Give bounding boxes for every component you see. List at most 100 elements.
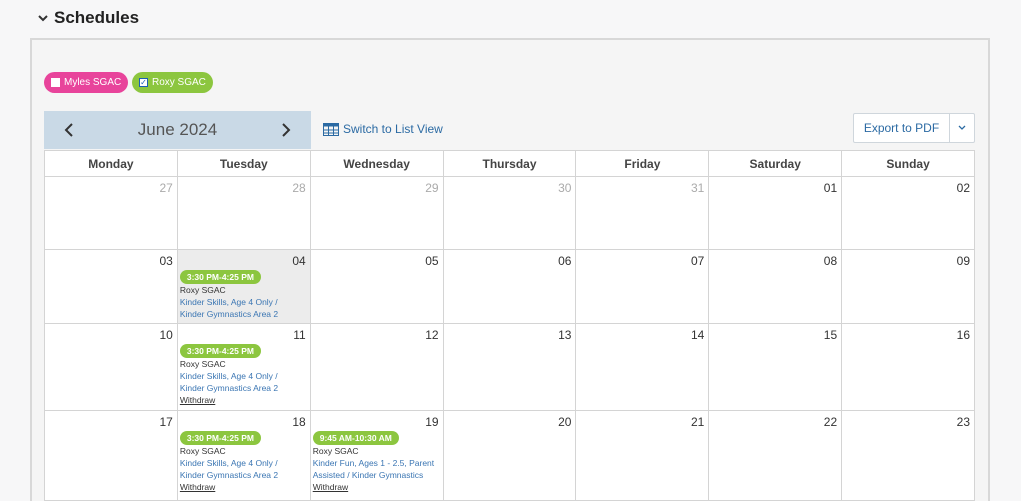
calendar-event[interactable]: 3:30 PM-4:25 PM Roxy SGAC Kinder Skills, A…: [179, 431, 308, 493]
day-number: 22: [823, 415, 838, 429]
switch-to-list-view-link[interactable]: Switch to List View: [323, 122, 443, 136]
day-number: 06: [558, 254, 572, 268]
event-class-name[interactable]: Kinder Skills, Age 4 Only /: [180, 371, 278, 381]
calendar-day-cell[interactable]: 23: [842, 411, 976, 501]
calendar-day-cell[interactable]: 29: [310, 177, 444, 250]
day-number: 14: [690, 328, 705, 342]
calendar-day-cell[interactable]: 12: [310, 324, 444, 411]
calendar-day-cell[interactable]: 22: [709, 411, 843, 501]
event-time-badge-line: 3:30 PM-4:25 PM: [179, 431, 308, 445]
withdraw-link-line: Withdraw: [313, 481, 441, 493]
event-class-name[interactable]: Kinder Skills, Age 4 Only /: [180, 458, 278, 468]
month-navigator: June 2024: [44, 111, 311, 149]
calendar-day-cell[interactable]: 03: [45, 250, 178, 324]
calendar-day-cell[interactable]: 21: [576, 411, 710, 501]
calendar-grid: Monday Tuesday Wednesday Thursday Friday…: [44, 150, 976, 501]
calendar-day-cell[interactable]: 27: [45, 177, 178, 250]
calendar-day-cell[interactable]: 09: [842, 250, 976, 324]
event-time-badge-line: 3:30 PM-4:25 PM: [179, 270, 308, 284]
weekday-header: Friday: [576, 150, 710, 177]
day-number: 20: [558, 415, 572, 429]
calendar-day-cell[interactable]: 14: [576, 324, 710, 411]
event-class-name-line: Kinder Skills, Age 4 Only /: [180, 370, 308, 382]
event-class-name-line: Kinder Skills, Age 4 Only /: [180, 457, 308, 469]
event-class-location[interactable]: Kinder Gymnastics Area 2: [180, 309, 278, 319]
event-organization-line: Roxy SGAC: [180, 445, 308, 457]
filter-chip-myles[interactable]: Myles SGAC: [44, 72, 129, 93]
day-number: 29: [425, 181, 439, 195]
calendar-day-cell[interactable]: 10: [45, 324, 178, 411]
day-number: 08: [823, 254, 838, 268]
table-icon: [323, 122, 339, 136]
prev-month-button[interactable]: [44, 111, 94, 149]
event-class-name-line: Kinder Skills, Age 4 Only /: [180, 296, 308, 308]
calendar-day-cell[interactable]: 11 3:30 PM-4:25 PM Roxy SGAC Kinder Skills,…: [177, 324, 311, 411]
weekday-header: Wednesday: [310, 150, 444, 177]
calendar-event[interactable]: 9:45 AM-10:30 AM Roxy SGAC Kinder Fun, Age…: [312, 431, 441, 493]
withdraw-link[interactable]: Withdraw: [313, 482, 348, 492]
day-number: 15: [823, 328, 838, 342]
calendar-day-cell[interactable]: 04 3:30 PM-4:25 PM Roxy SGAC Kinder Skills,…: [177, 250, 311, 324]
filter-chip-roxy[interactable]: ✓ Roxy SGAC: [132, 72, 213, 93]
day-number: 07: [690, 254, 705, 268]
calendar-day-cell[interactable]: 06: [443, 250, 577, 324]
event-organization: Roxy SGAC: [179, 446, 226, 456]
calendar-day-cell[interactable]: 30: [443, 177, 577, 250]
day-number: 09: [956, 254, 971, 268]
weekday-header: Saturday: [709, 150, 843, 177]
event-class-location[interactable]: Kinder Gymnastics Area 2: [180, 470, 278, 480]
chevron-right-icon: [282, 123, 291, 137]
weekday-header: Thursday: [443, 150, 577, 177]
calendar-day-cell[interactable]: 18 3:30 PM-4:25 PM Roxy SGAC Kinder Skills,…: [177, 411, 311, 501]
event-class-location[interactable]: Assisted / Kinder Gymnastics: [313, 470, 424, 480]
withdraw-link[interactable]: Withdraw: [180, 395, 215, 405]
calendar-day-cell[interactable]: 13: [443, 324, 577, 411]
day-number: 05: [425, 254, 439, 268]
checkbox-unchecked-icon[interactable]: [51, 78, 60, 87]
next-month-button[interactable]: [261, 111, 311, 149]
event-class-name[interactable]: Kinder Fun, Ages 1 - 2.5, Parent: [313, 458, 434, 468]
day-number: 19: [425, 415, 439, 429]
day-number: 16: [956, 328, 971, 342]
export-to-pdf-control: Export to PDF: [853, 113, 975, 143]
chevron-down-icon: [38, 15, 48, 22]
event-class-location-line: Kinder Gymnastics Area 2: [180, 308, 308, 320]
calendar-event[interactable]: 3:30 PM-4:25 PM Roxy SGAC Kinder Skills, A…: [179, 344, 308, 406]
event-time-badge-line: 9:45 AM-10:30 AM: [312, 431, 441, 445]
calendar-day-cell[interactable]: 31: [576, 177, 710, 250]
schedules-header[interactable]: Schedules: [38, 6, 139, 30]
export-to-pdf-button[interactable]: Export to PDF: [854, 114, 950, 142]
calendar-day-cell[interactable]: 05: [310, 250, 444, 324]
day-number: 12: [425, 328, 439, 342]
calendar-day-cell[interactable]: 07: [576, 250, 710, 324]
calendar-day-cell[interactable]: 19 9:45 AM-10:30 AM Roxy SGAC Kinder Fun, A…: [310, 411, 444, 501]
withdraw-link-line: Withdraw: [180, 481, 308, 493]
list-view-label: Switch to List View: [343, 122, 443, 136]
weekday-header: Tuesday: [177, 150, 311, 177]
calendar-day-cell[interactable]: 17: [45, 411, 178, 501]
calendar-day-cell[interactable]: 01: [709, 177, 843, 250]
filter-chip-label: Myles SGAC: [64, 77, 122, 88]
calendar-day-cell[interactable]: 15: [709, 324, 843, 411]
weekday-header-row: Monday Tuesday Wednesday Thursday Friday…: [45, 150, 976, 177]
event-class-name-line: Kinder Fun, Ages 1 - 2.5, Parent: [313, 457, 441, 469]
weekday-header: Sunday: [842, 150, 976, 177]
event-class-location[interactable]: Kinder Gymnastics Area 2: [180, 383, 278, 393]
day-number: 28: [292, 181, 306, 195]
calendar-day-cell[interactable]: 16: [842, 324, 976, 411]
calendar-day-cell[interactable]: 28: [177, 177, 311, 250]
day-number: 18: [292, 415, 306, 429]
export-options-dropdown[interactable]: [950, 114, 974, 142]
event-class-name[interactable]: Kinder Skills, Age 4 Only /: [180, 297, 278, 307]
day-number: 03: [159, 254, 173, 268]
day-number: 30: [558, 181, 572, 195]
withdraw-link[interactable]: Withdraw: [180, 482, 215, 492]
calendar-event[interactable]: 3:30 PM-4:25 PM Roxy SGAC Kinder Skills, A…: [179, 270, 308, 320]
day-number: 02: [956, 181, 971, 195]
calendar-day-cell[interactable]: 08: [709, 250, 843, 324]
checkbox-checked-icon[interactable]: ✓: [139, 78, 148, 87]
weekday-header: Monday: [45, 150, 178, 177]
calendar-day-cell[interactable]: 20: [443, 411, 577, 501]
calendar-day-cell[interactable]: 02: [842, 177, 976, 250]
event-time-badge: 3:30 PM-4:25 PM: [179, 344, 261, 358]
